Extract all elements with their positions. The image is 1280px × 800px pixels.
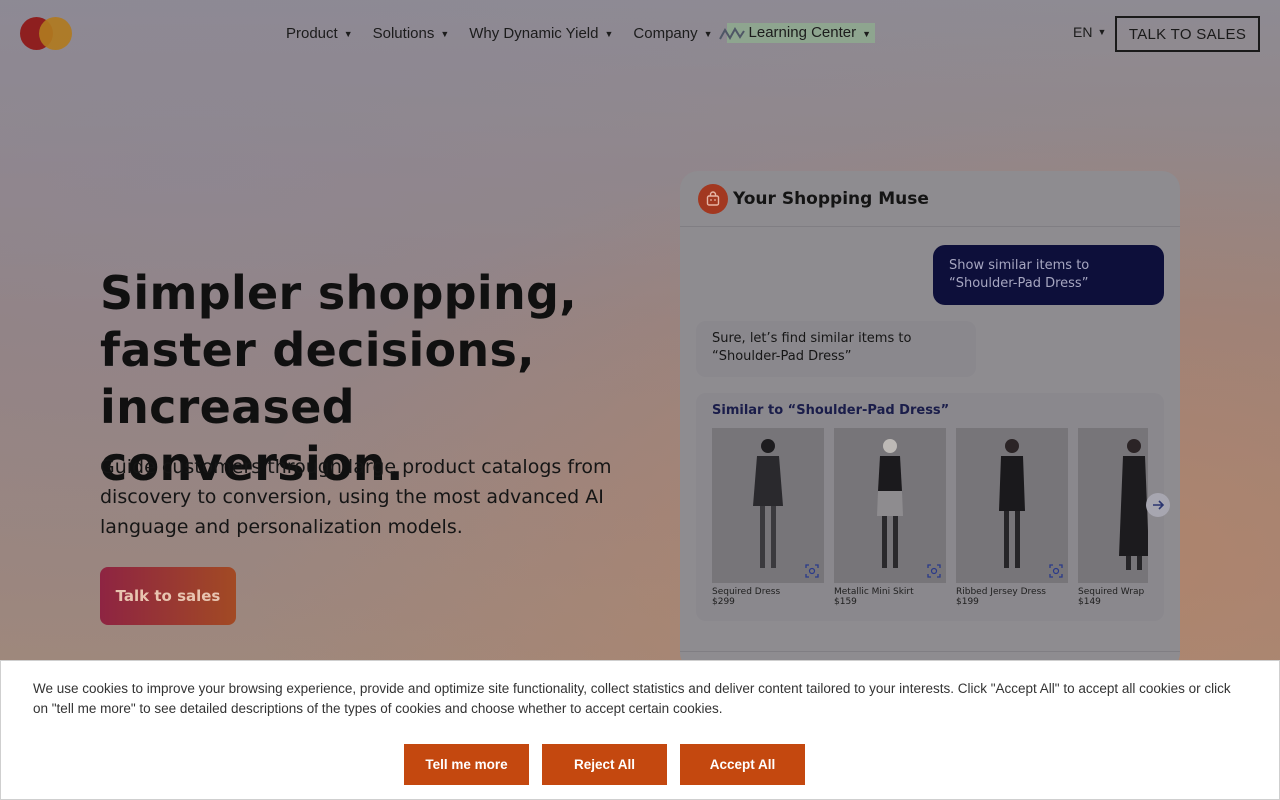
product-card[interactable]: Ribbed Jersey Dress $199	[956, 428, 1068, 607]
language-label: EN	[1073, 24, 1093, 40]
chevron-down-icon: ▼	[1097, 27, 1107, 37]
product-image	[1078, 428, 1148, 583]
talk-to-sales-button[interactable]: Talk to sales	[100, 567, 236, 625]
language-selector[interactable]: EN ▼	[1073, 24, 1106, 40]
product-card[interactable]: Sequired Wrap Dress $149	[1078, 428, 1148, 607]
chevron-down-icon: ▼	[862, 28, 872, 39]
nav-item-why-dynamic-yield[interactable]: Why Dynamic Yield ▼	[469, 25, 613, 42]
product-image	[712, 428, 824, 583]
chevron-down-icon: ▼	[440, 29, 450, 39]
top-nav: Product ▼ Solutions ▼ Why Dynamic Yield …	[0, 0, 1280, 66]
product-name: Ribbed Jersey Dress	[956, 587, 1046, 597]
product-price: $159	[834, 597, 857, 607]
product-name: Sequired Dress	[712, 587, 781, 597]
product-price: $299	[712, 597, 735, 607]
chevron-down-icon: ▼	[703, 29, 713, 39]
cookie-consent-banner: We use cookies to improve your browsing …	[0, 660, 1280, 800]
product-card[interactable]: Sequired Dress $299	[712, 428, 824, 607]
bot-message-bubble: Sure, let’s find similar items to “Shoul…	[696, 321, 976, 377]
visual-search-icon[interactable]	[927, 564, 941, 578]
chevron-down-icon: ▼	[604, 29, 614, 39]
shopping-muse-chat-card: Your Shopping Muse Show similar items to…	[680, 171, 1180, 671]
chat-header: Your Shopping Muse	[680, 171, 1180, 227]
nav-item-label: Solutions	[372, 24, 435, 42]
cookie-consent-text: We use cookies to improve your browsing …	[33, 681, 1231, 716]
product-image	[956, 428, 1068, 583]
nav-item-label: Company	[633, 24, 698, 42]
product-name: Sequired Wrap Dress	[1078, 587, 1148, 597]
shopping-bag-icon	[698, 183, 728, 214]
squiggle-icon	[718, 27, 745, 40]
nav-item-label: Why Dynamic Yield	[469, 24, 599, 42]
visual-search-icon[interactable]	[805, 564, 819, 578]
chevron-down-icon: ▼	[343, 29, 353, 39]
nav-item-learning-center[interactable]: Learning Center ▼	[718, 23, 876, 43]
tell-me-more-button[interactable]: Tell me more	[404, 744, 529, 785]
product-price: $199	[956, 597, 979, 607]
visual-search-icon[interactable]	[1049, 564, 1063, 578]
product-price: $149	[1078, 597, 1101, 607]
company-logo[interactable]	[20, 17, 74, 51]
nav-item-company[interactable]: Company ▼	[633, 25, 712, 42]
similar-items-carousel: Similar to “Shoulder-Pad Dress” Sequired…	[696, 393, 1170, 621]
hero-subtitle: Guide customers through large product ca…	[100, 456, 612, 538]
reject-all-button[interactable]: Reject All	[542, 744, 667, 785]
nav-menu: Product ▼ Solutions ▼ Why Dynamic Yield …	[286, 21, 895, 45]
accept-all-button[interactable]: Accept All	[680, 744, 805, 785]
nav-item-product[interactable]: Product ▼	[286, 25, 353, 42]
user-message-bubble: Show similar items to “Shoulder-Pad Dres…	[933, 245, 1164, 305]
nav-item-label: Learning Center	[748, 24, 857, 41]
product-card[interactable]: Metallic Mini Skirt $159	[834, 428, 946, 607]
arrow-right-icon	[1153, 500, 1165, 510]
carousel-next-button[interactable]	[1146, 493, 1170, 517]
chat-footer-divider	[680, 651, 1180, 652]
talk-to-sales-header-button[interactable]: TALK TO SALES	[1115, 16, 1260, 52]
product-name: Metallic Mini Skirt	[834, 587, 914, 597]
hero-title-line: Simpler shopping,	[100, 266, 578, 320]
nav-item-solutions[interactable]: Solutions ▼	[373, 25, 450, 42]
chat-title: Your Shopping Muse	[733, 188, 929, 209]
hero-title-line: faster decisions,	[100, 323, 535, 377]
similar-items-label: Similar to “Shoulder-Pad Dress”	[712, 403, 950, 418]
nav-item-label: Product	[286, 24, 338, 42]
product-image	[834, 428, 946, 583]
